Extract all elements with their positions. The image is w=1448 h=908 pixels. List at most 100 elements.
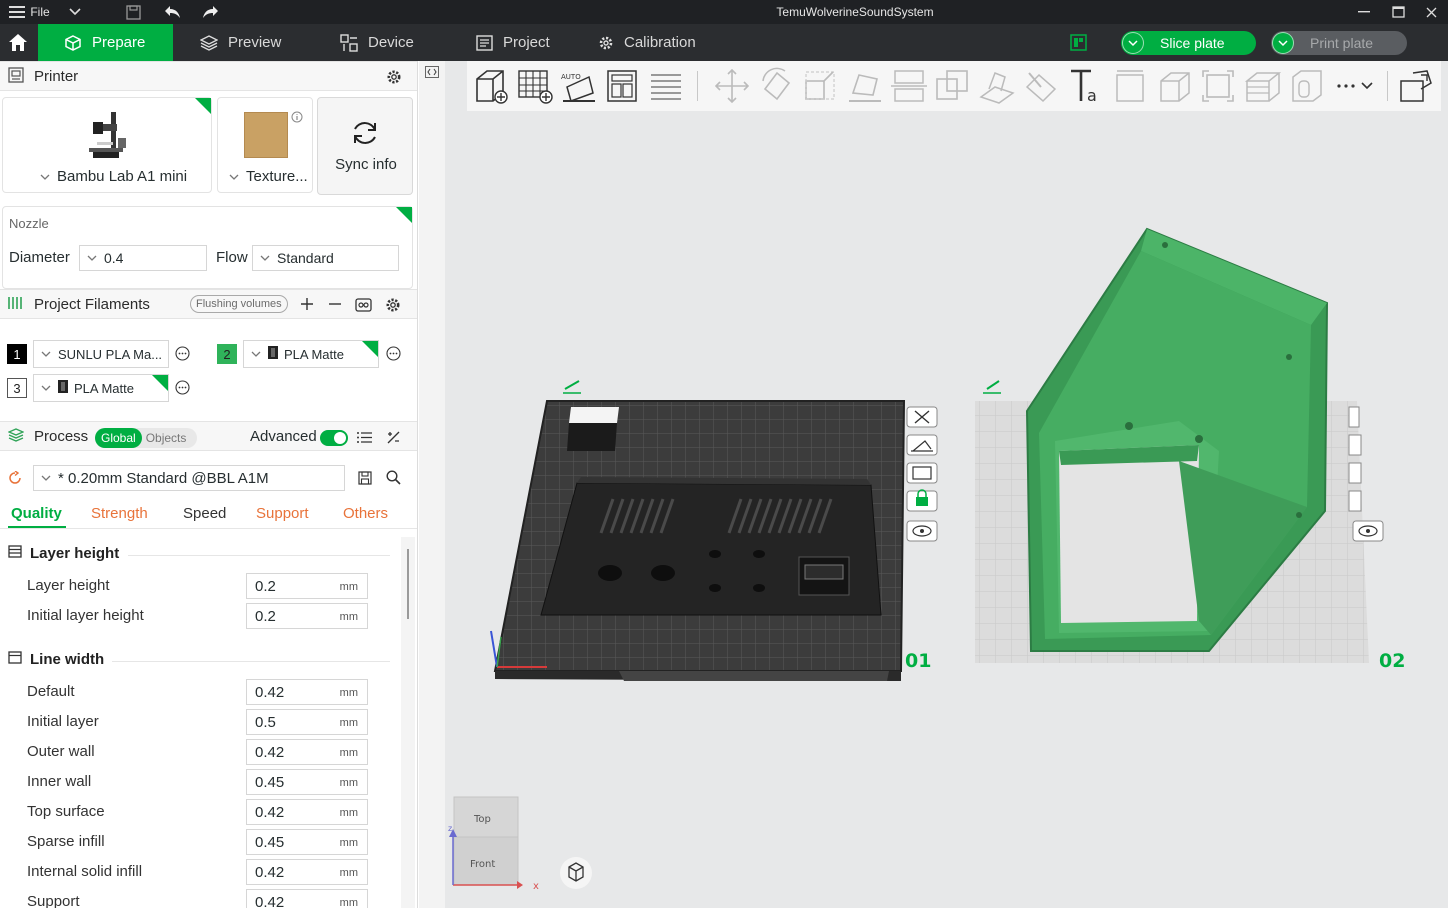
sparse-infill-line-width-input[interactable]: 0.45 mm bbox=[246, 829, 368, 855]
compare-icon[interactable] bbox=[386, 430, 401, 448]
filament-select-3[interactable]: PLA Matte bbox=[33, 374, 169, 402]
tab-project[interactable]: Project bbox=[476, 24, 586, 61]
scene-render[interactable]: 01 02 Top Front x z bbox=[419, 111, 1448, 908]
filaments-section-header[interactable]: Project Filaments Flushing volumes bbox=[0, 289, 417, 319]
gear-icon[interactable] bbox=[385, 297, 401, 316]
redo-icon[interactable] bbox=[200, 0, 220, 24]
reset-preset-icon[interactable] bbox=[8, 470, 22, 488]
layer-stack-icon[interactable] bbox=[1243, 67, 1282, 105]
assembly-icon[interactable] bbox=[1155, 67, 1193, 105]
process-preset-select[interactable]: * 0.20mm Standard @BBL A1M bbox=[33, 465, 345, 491]
cut-icon[interactable] bbox=[889, 67, 927, 105]
tab-quality[interactable]: Quality bbox=[11, 505, 62, 522]
outer-wall-line-width-input[interactable]: 0.42 mm bbox=[246, 739, 368, 765]
scale-icon[interactable] bbox=[801, 67, 839, 105]
collapse-panel-icon[interactable] bbox=[425, 65, 439, 83]
scope-global[interactable]: Global bbox=[95, 428, 142, 448]
plate-02[interactable] bbox=[975, 227, 1369, 663]
lay-on-face-icon[interactable] bbox=[845, 67, 883, 105]
tab-prepare[interactable]: Prepare bbox=[38, 24, 173, 61]
filament-select-2[interactable]: PLA Matte bbox=[243, 340, 379, 368]
filament-index-3[interactable]: 3 bbox=[7, 378, 27, 398]
multi-device-icon[interactable] bbox=[1070, 34, 1088, 52]
scope-objects[interactable]: Objects bbox=[142, 428, 191, 448]
printer-card[interactable]: Bambu Lab A1 mini bbox=[2, 97, 212, 193]
support-line-width-input[interactable]: 0.42 mm bbox=[246, 889, 368, 908]
filament-index-1[interactable]: 1 bbox=[7, 344, 27, 364]
tab-speed[interactable]: Speed bbox=[183, 505, 226, 522]
plate-02-controls[interactable] bbox=[1348, 406, 1384, 542]
print-plate-button[interactable]: Print plate bbox=[1271, 31, 1407, 55]
variable-layer-icon[interactable] bbox=[1397, 67, 1435, 105]
gear-icon[interactable] bbox=[386, 69, 402, 88]
rotate-icon[interactable] bbox=[757, 67, 795, 105]
slice-plate-button[interactable]: Slice plate bbox=[1121, 31, 1256, 55]
remove-filament-icon[interactable] bbox=[328, 297, 342, 314]
top-surface-line-width-input[interactable]: 0.42 mm bbox=[246, 799, 368, 825]
save-icon[interactable] bbox=[124, 0, 142, 24]
internal-solid-infill-line-width-input[interactable]: 0.42 mm bbox=[246, 859, 368, 885]
close-icon[interactable] bbox=[1420, 0, 1442, 24]
hamburger-icon[interactable] bbox=[8, 0, 26, 24]
view-cube-front[interactable]: Front bbox=[470, 859, 495, 870]
text-tool-icon[interactable]: a bbox=[1067, 67, 1105, 105]
minimize-icon[interactable] bbox=[1352, 0, 1376, 24]
plate-card[interactable]: Texture... bbox=[217, 97, 313, 193]
plate-01[interactable] bbox=[490, 380, 906, 681]
arrange-icon[interactable] bbox=[603, 67, 641, 105]
filament-options-icon[interactable] bbox=[386, 346, 401, 364]
diameter-select[interactable]: 0.4 bbox=[79, 245, 207, 271]
more-tools-icon[interactable] bbox=[1331, 67, 1381, 105]
sync-info-button[interactable]: Sync info bbox=[317, 97, 413, 195]
chevron-down-icon[interactable] bbox=[1272, 32, 1294, 54]
initial-layer-height-input[interactable]: 0.2 mm bbox=[246, 603, 368, 629]
list-icon[interactable] bbox=[357, 431, 372, 447]
process-section-header[interactable]: Process Global Objects Advanced bbox=[0, 421, 417, 451]
auto-orient-icon[interactable]: AUTO bbox=[559, 67, 597, 105]
initial-layer-line-width-input[interactable]: 0.5 mm bbox=[246, 709, 368, 735]
filament-options-icon[interactable] bbox=[175, 346, 190, 364]
3d-viewport[interactable]: AUTO a 01 02 Top Front x z bbox=[419, 61, 1448, 908]
undo-icon[interactable] bbox=[162, 0, 182, 24]
plate-01-controls[interactable] bbox=[906, 406, 938, 542]
view-cube[interactable]: Top Front x z bbox=[448, 796, 539, 892]
advanced-toggle[interactable] bbox=[320, 430, 348, 446]
flushing-volumes-button[interactable]: Flushing volumes bbox=[190, 295, 288, 313]
view-cube-top[interactable]: Top bbox=[473, 814, 491, 825]
add-plate-icon[interactable] bbox=[515, 67, 553, 105]
chevron-down-icon[interactable] bbox=[66, 0, 84, 24]
seam-paint-icon[interactable] bbox=[1021, 67, 1059, 105]
printer-selector[interactable]: Bambu Lab A1 mini bbox=[33, 168, 187, 185]
filament-select-1[interactable]: SUNLU PLA Ma... bbox=[33, 340, 169, 368]
add-filament-icon[interactable] bbox=[300, 297, 314, 314]
plate-selector[interactable]: Texture... bbox=[222, 168, 308, 185]
filament-index-2[interactable]: 2 bbox=[217, 344, 237, 364]
tab-others[interactable]: Others bbox=[343, 505, 388, 522]
search-icon[interactable] bbox=[386, 470, 401, 488]
filament-options-icon[interactable] bbox=[175, 380, 190, 398]
filament-sync-icon[interactable] bbox=[355, 296, 372, 316]
scrollbar-thumb[interactable] bbox=[407, 549, 409, 619]
settings-scrollbar[interactable] bbox=[401, 537, 415, 908]
fit-view-icon[interactable] bbox=[1199, 67, 1237, 105]
tab-device[interactable]: Device bbox=[340, 24, 450, 61]
boolean-icon[interactable] bbox=[933, 67, 971, 105]
reset-view-button[interactable] bbox=[560, 857, 592, 889]
move-icon[interactable] bbox=[713, 67, 751, 105]
split-layers-icon[interactable] bbox=[647, 67, 685, 105]
layer-height-input[interactable]: 0.2 mm bbox=[246, 573, 368, 599]
info-icon[interactable] bbox=[291, 110, 303, 126]
tab-preview[interactable]: Preview bbox=[200, 24, 310, 61]
chevron-down-icon[interactable] bbox=[1122, 32, 1144, 54]
process-scope-toggle[interactable]: Global Objects bbox=[95, 428, 197, 448]
tab-support[interactable]: Support bbox=[256, 505, 309, 522]
tab-strength[interactable]: Strength bbox=[91, 505, 148, 522]
file-menu[interactable]: File bbox=[30, 0, 50, 24]
inner-wall-line-width-input[interactable]: 0.45 mm bbox=[246, 769, 368, 795]
save-preset-icon[interactable] bbox=[358, 471, 372, 488]
default-line-width-input[interactable]: 0.42 mm bbox=[246, 679, 368, 705]
measure-icon[interactable] bbox=[1111, 67, 1149, 105]
support-paint-icon[interactable] bbox=[977, 67, 1015, 105]
maximize-icon[interactable] bbox=[1386, 0, 1410, 24]
flow-select[interactable]: Standard bbox=[252, 245, 399, 271]
